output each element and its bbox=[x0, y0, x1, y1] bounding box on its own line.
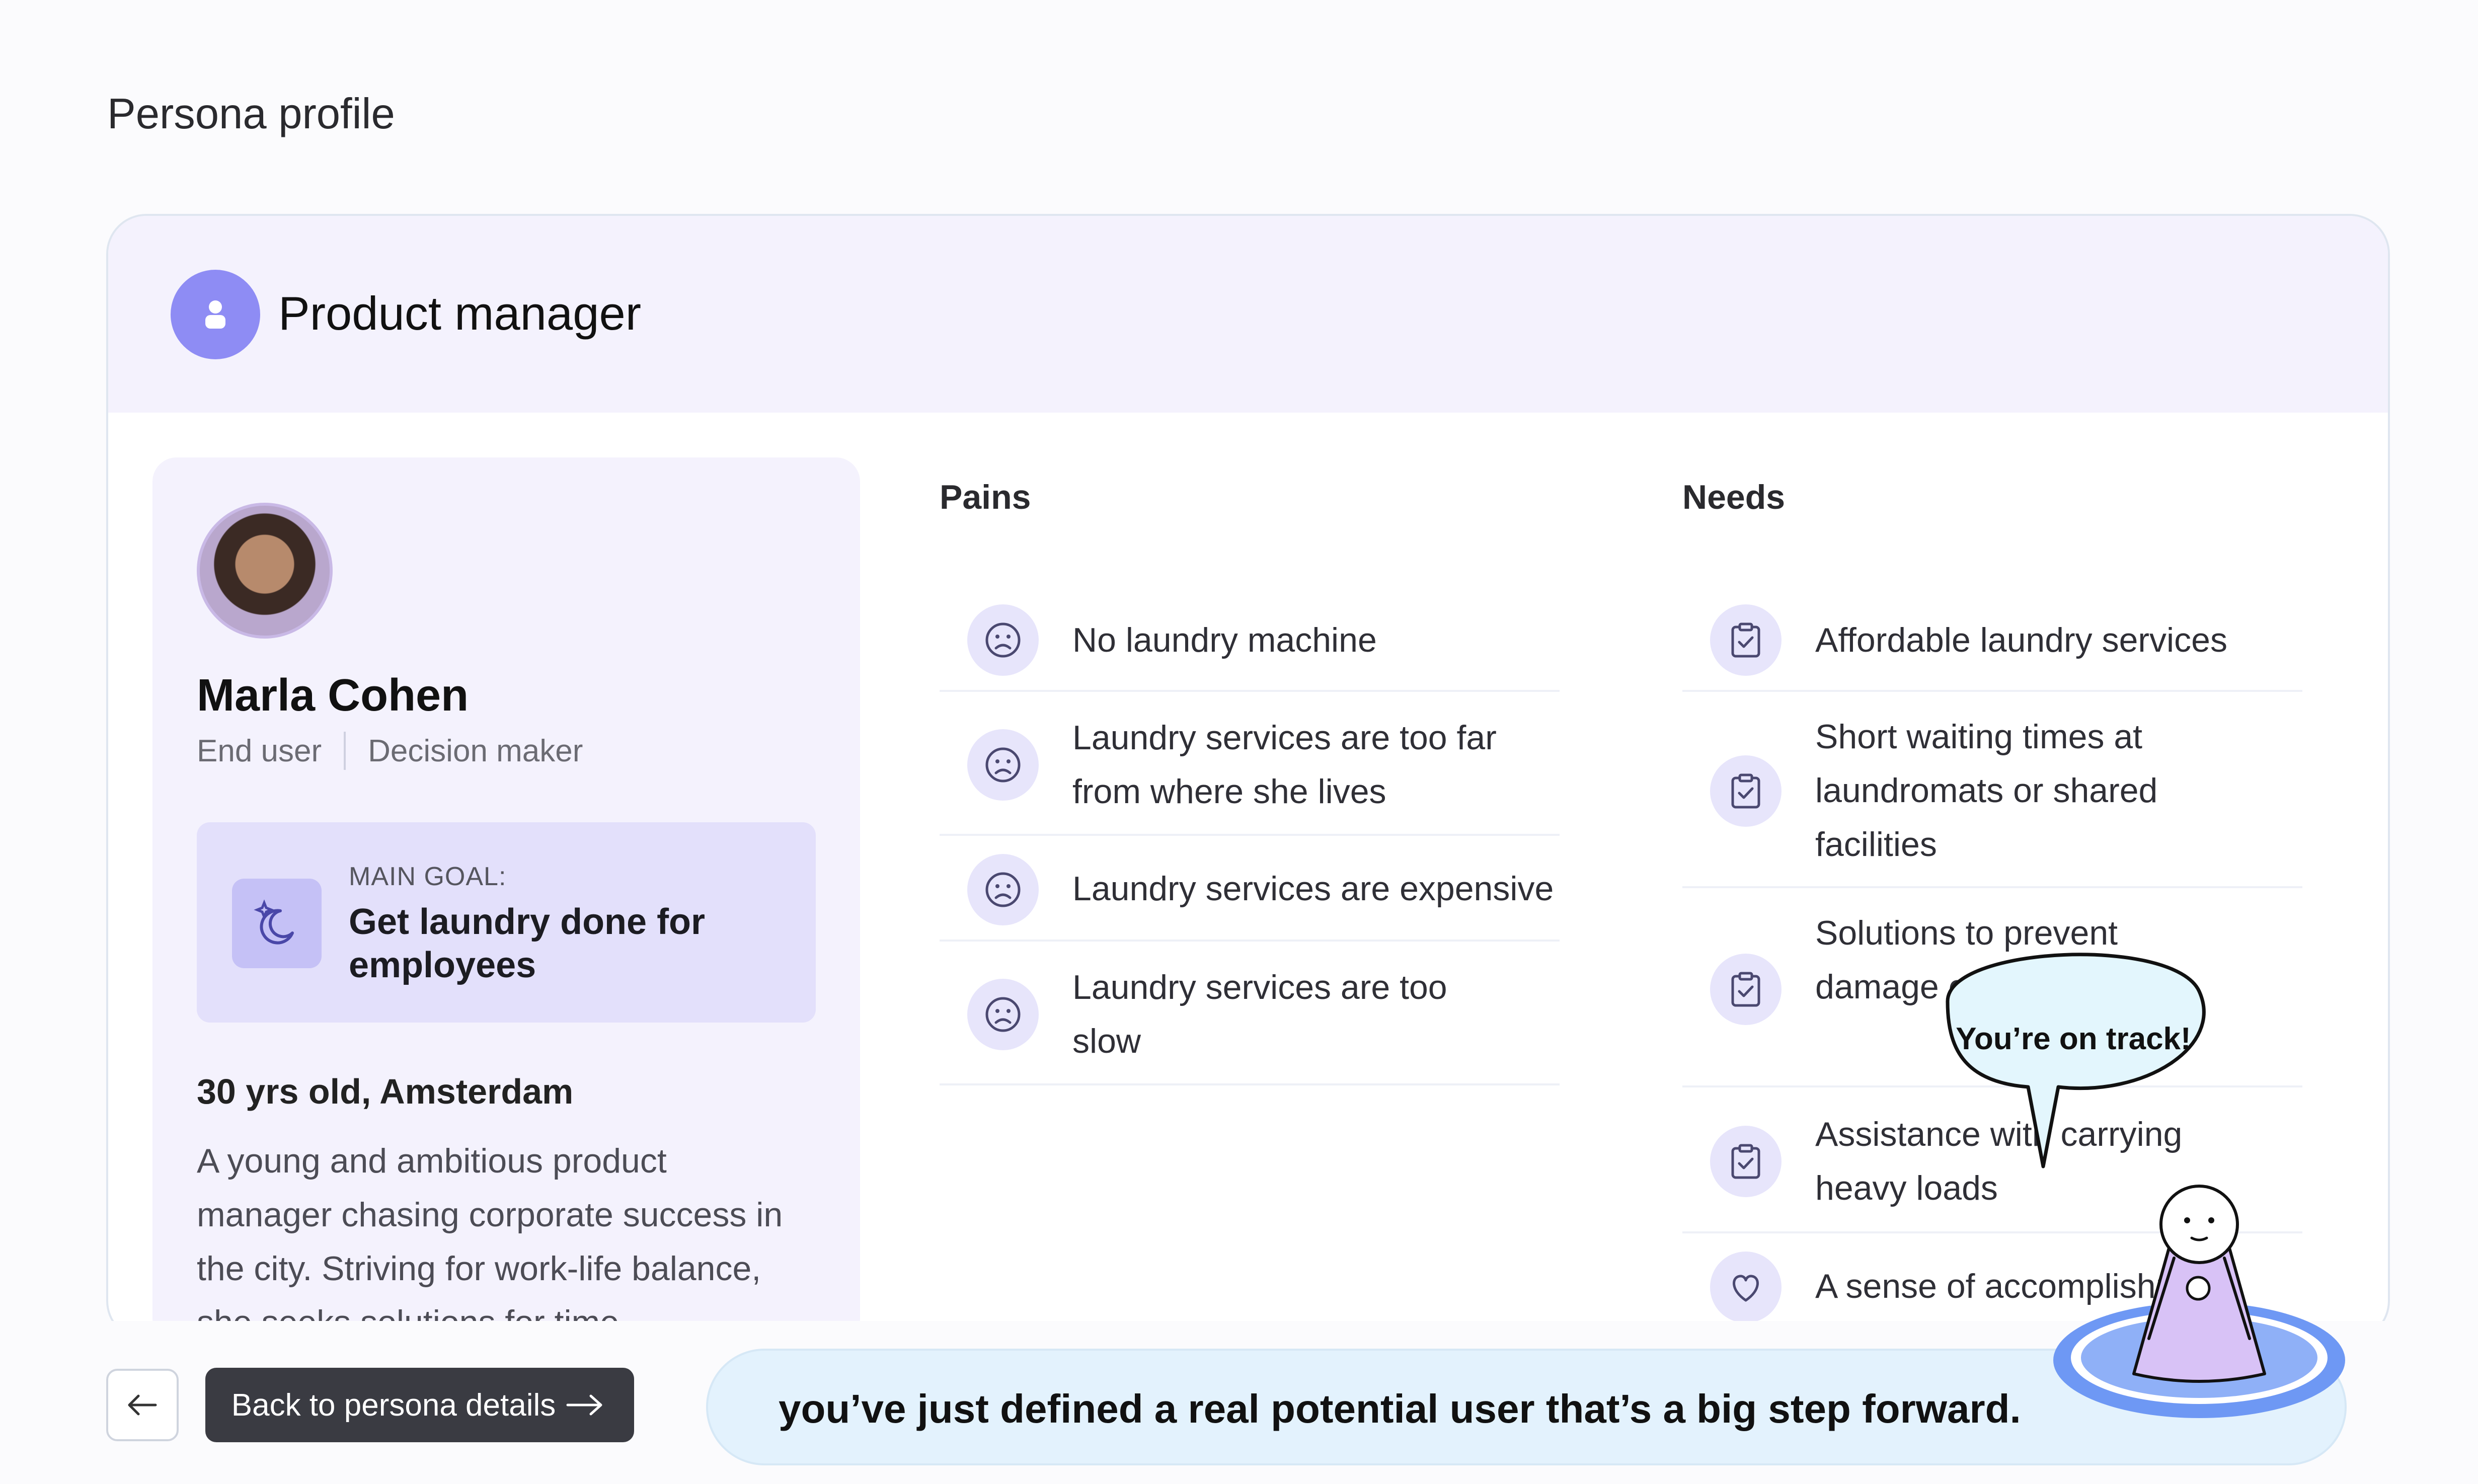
persona-role-title: Product manager bbox=[278, 287, 642, 340]
moon-sparkle-icon bbox=[232, 879, 322, 968]
speech-bubble: You’re on track! bbox=[1946, 953, 2206, 1168]
heart-icon bbox=[1710, 1252, 1782, 1323]
card-header: Product manager bbox=[108, 216, 2388, 413]
pain-text: Laundry services are too slow bbox=[1072, 968, 1447, 1060]
page-title: Persona profile bbox=[107, 90, 395, 138]
needs-title: Needs bbox=[1682, 478, 1786, 516]
arrow-left-icon bbox=[128, 1394, 157, 1416]
frown-icon bbox=[967, 979, 1039, 1050]
list-item: Laundry services are too slow bbox=[940, 944, 1560, 1085]
clipboard-check-icon bbox=[1710, 1126, 1782, 1197]
frown-icon bbox=[967, 854, 1039, 925]
main-goal-label: MAIN GOAL: bbox=[349, 862, 507, 891]
speech-text: You’re on track! bbox=[1956, 1022, 2191, 1056]
persona-tags: End user Decision maker bbox=[197, 732, 583, 770]
mascot-figure bbox=[2132, 1185, 2266, 1383]
list-item: Short waiting times at laundromats or sh… bbox=[1682, 694, 2302, 888]
age-location: 30 yrs old, Amsterdam bbox=[197, 1072, 574, 1111]
pain-text: Laundry services are expensive bbox=[1072, 870, 1554, 908]
back-button-label: Back to persona details bbox=[231, 1387, 556, 1423]
persona-name: Marla Cohen bbox=[197, 670, 469, 721]
tag-decision-maker: Decision maker bbox=[368, 733, 583, 768]
main-goal-card: MAIN GOAL: Get laundry done for employee… bbox=[197, 822, 816, 1023]
pain-text: Laundry services are too far from where … bbox=[1072, 719, 1497, 811]
need-text: Short waiting times at laundromats or sh… bbox=[1815, 718, 2158, 864]
avatar bbox=[197, 503, 333, 639]
main-goal-text: Get laundry done for employees bbox=[349, 902, 706, 985]
profile-panel: Marla Cohen End user Decision maker MAIN… bbox=[152, 457, 860, 1339]
tag-end-user: End user bbox=[197, 733, 322, 768]
list-item: Affordable laundry services bbox=[1682, 588, 2302, 692]
banner-text: you’ve just defined a real potential use… bbox=[779, 1386, 2021, 1431]
pains-title: Pains bbox=[940, 478, 1031, 516]
list-item: Laundry services are too far from where … bbox=[940, 694, 1560, 836]
list-item: Laundry services are expensive bbox=[940, 838, 1560, 942]
pain-text: No laundry machine bbox=[1072, 621, 1377, 659]
clipboard-check-icon bbox=[1710, 755, 1782, 827]
tag-divider bbox=[344, 732, 346, 770]
clipboard-check-icon bbox=[1710, 604, 1782, 676]
user-icon bbox=[171, 270, 260, 359]
frown-icon bbox=[967, 729, 1039, 801]
list-item: No laundry machine bbox=[940, 588, 1560, 692]
arrow-right-icon bbox=[566, 1394, 602, 1416]
mascot-illustration: You’re on track! bbox=[1946, 953, 2345, 1418]
frown-icon bbox=[967, 604, 1039, 676]
need-text: Affordable laundry services bbox=[1815, 621, 2227, 659]
persona-bio: A young and ambitious product manager ch… bbox=[197, 1142, 783, 1339]
back-arrow-button[interactable] bbox=[106, 1369, 179, 1441]
clipboard-check-icon bbox=[1710, 954, 1782, 1025]
back-to-persona-details-button[interactable]: Back to persona details bbox=[205, 1368, 634, 1442]
